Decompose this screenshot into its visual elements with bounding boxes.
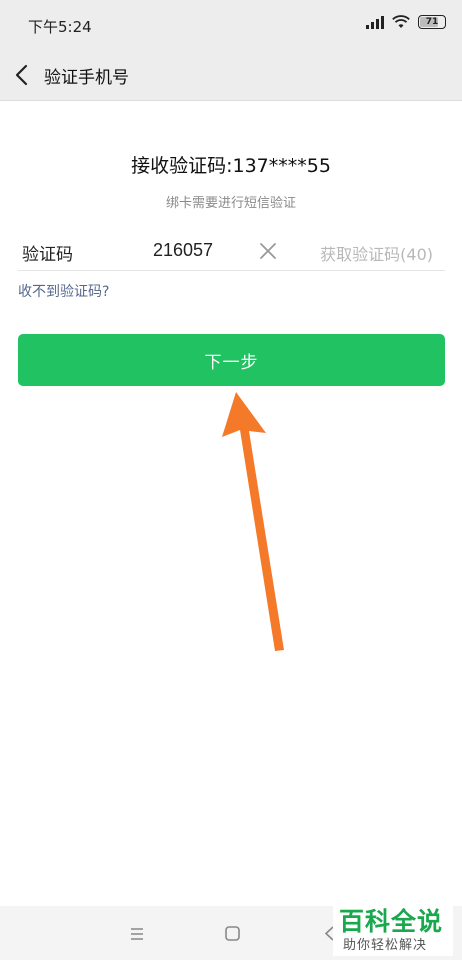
code-label: 验证码: [22, 245, 73, 265]
menu-icon[interactable]: [129, 926, 145, 942]
watermark-subtitle: 助你轻松解决: [343, 938, 428, 953]
nav-bar: 验证手机号: [0, 50, 462, 101]
home-square-icon[interactable]: [224, 925, 241, 942]
screen: 下午5:24 71 验证手机号 接收验证码:137****55 绑卡需要进行短信…: [0, 0, 462, 960]
battery-icon: 71: [418, 15, 446, 29]
status-icons: 71: [366, 15, 446, 29]
next-button[interactable]: 下一步: [18, 334, 445, 386]
code-input[interactable]: [148, 236, 253, 264]
sms-hint: 绑卡需要进行短信验证: [165, 196, 296, 211]
watermark: 百科全说 助你轻松解决: [333, 900, 453, 956]
wifi-icon: [392, 15, 410, 28]
phone-heading: 接收验证码:137****55: [131, 155, 331, 177]
get-code-button[interactable]: 获取验证码(40): [320, 241, 433, 265]
chevron-left-icon[interactable]: [12, 62, 34, 88]
status-time: 下午5:24: [28, 18, 92, 36]
status-bar: 下午5:24 71: [0, 0, 462, 50]
not-received-link[interactable]: 收不到验证码?: [18, 281, 109, 301]
battery-level: 71: [425, 17, 439, 27]
page-title: 验证手机号: [44, 68, 129, 88]
close-icon[interactable]: [258, 241, 278, 261]
arrow-up-icon: [222, 392, 284, 651]
signal-icon: [366, 16, 384, 29]
watermark-title: 百科全说: [339, 907, 444, 936]
code-row: 验证码 获取验证码(40): [18, 230, 445, 271]
